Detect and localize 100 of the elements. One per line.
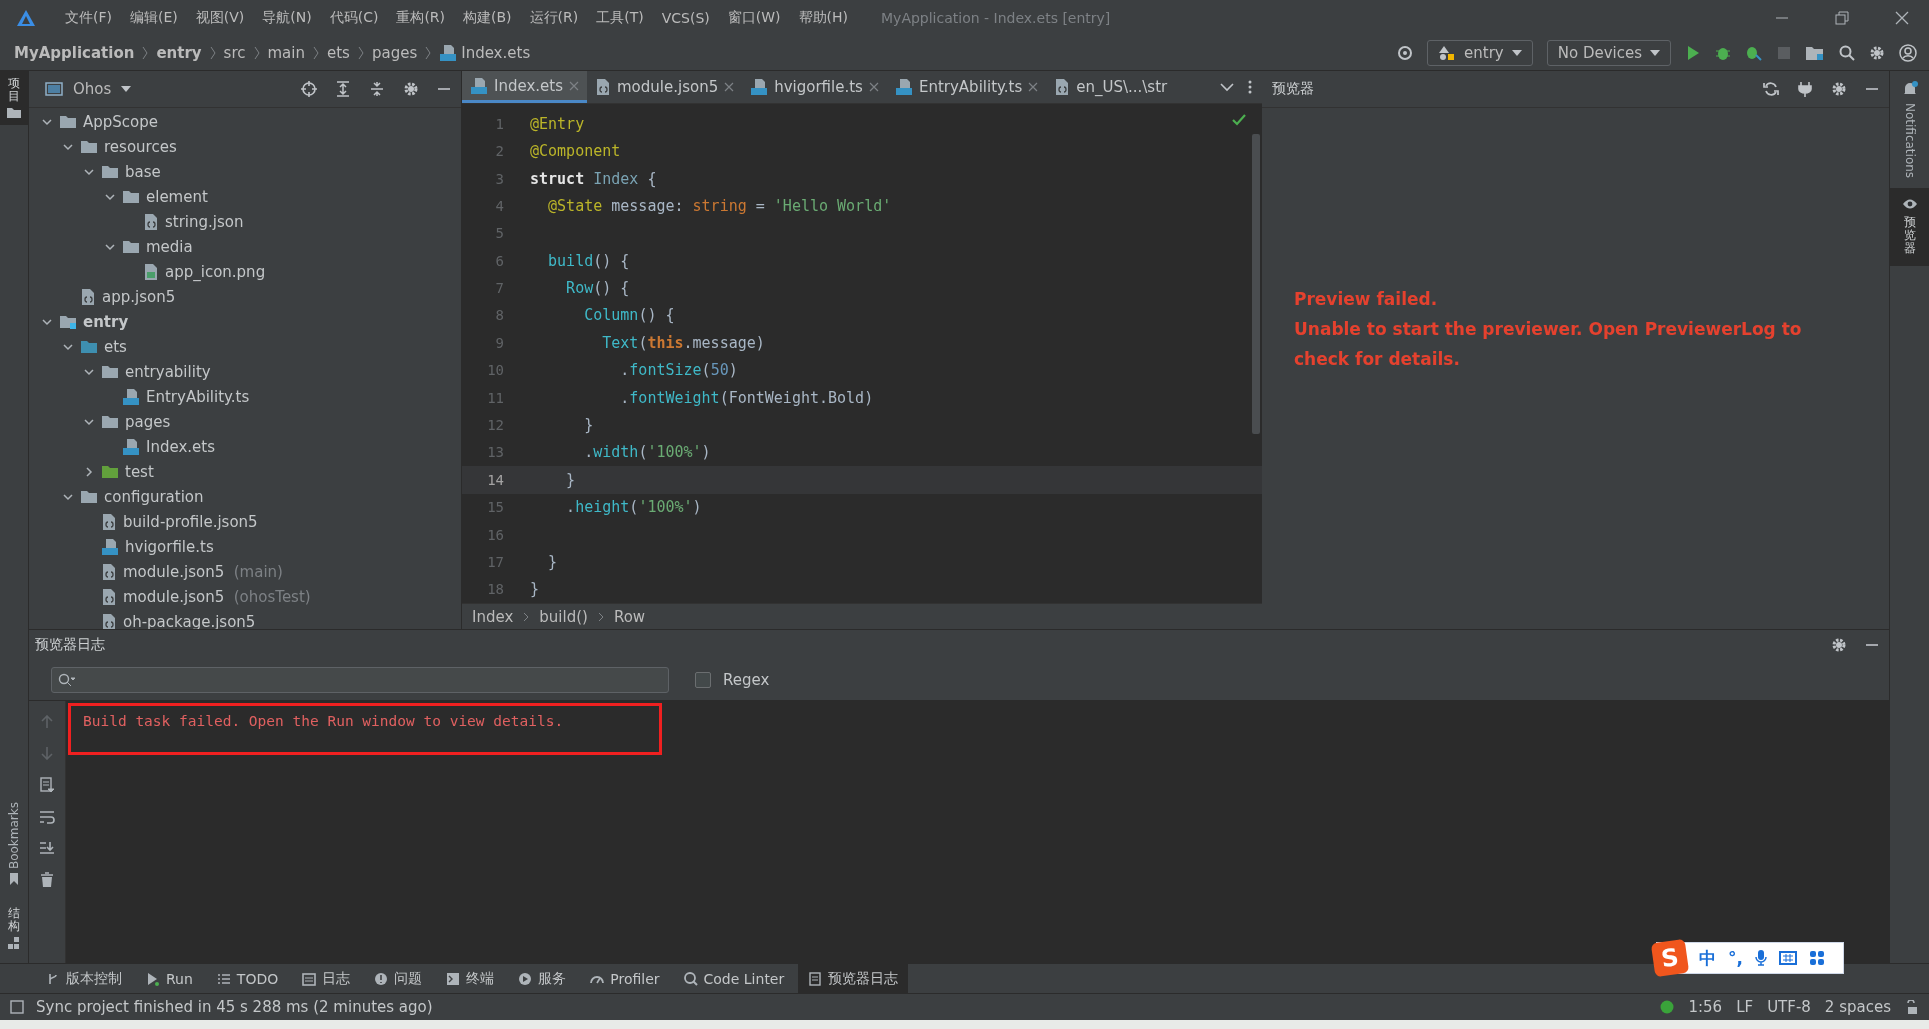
- refresh-icon[interactable]: [1763, 81, 1779, 97]
- tool-window-tab[interactable]: 版本控制: [36, 964, 132, 993]
- account-icon[interactable]: [1899, 44, 1917, 62]
- tree-item[interactable]: oh-package.json5: [29, 609, 461, 629]
- breadcrumb-item[interactable]: ets: [327, 44, 350, 62]
- settings-icon[interactable]: [1869, 45, 1885, 61]
- run-config-dropdown[interactable]: entry: [1427, 40, 1533, 66]
- tool-window-tab[interactable]: TODO: [206, 964, 289, 993]
- search-field[interactable]: [51, 667, 669, 693]
- settings-icon[interactable]: [1831, 81, 1847, 97]
- chevron-down-icon[interactable]: [1220, 82, 1234, 92]
- tool-window-tab[interactable]: 问题: [364, 964, 433, 993]
- bug-icon[interactable]: [1715, 45, 1731, 61]
- project-view-dropdown[interactable]: Ohos: [39, 79, 138, 99]
- tree-item[interactable]: media: [29, 234, 461, 259]
- project-tool-tab[interactable]: 项目: [0, 71, 28, 126]
- tree-item[interactable]: build-profile.json5: [29, 509, 461, 534]
- menu-item[interactable]: 工具(T): [587, 9, 653, 27]
- more-icon[interactable]: [1248, 80, 1252, 94]
- menu-item[interactable]: 文件(F): [56, 9, 121, 27]
- breadcrumb-item[interactable]: Index: [472, 607, 514, 626]
- breadcrumb-item[interactable]: MyApplication: [14, 44, 135, 62]
- tree-item[interactable]: entry: [29, 309, 461, 334]
- tree-item[interactable]: resources: [29, 134, 461, 159]
- expand-all-icon[interactable]: [335, 81, 351, 97]
- checkbox[interactable]: [695, 672, 711, 688]
- line-ending[interactable]: LF: [1736, 998, 1754, 1016]
- tool-window-tab[interactable]: 终端: [436, 964, 505, 993]
- soft-wrap-icon[interactable]: [39, 810, 55, 824]
- panel-toggle-icon[interactable]: [10, 1000, 24, 1014]
- menu-item[interactable]: 视图(V): [186, 9, 254, 27]
- indent-setting[interactable]: 2 spaces: [1824, 998, 1891, 1016]
- tree-item[interactable]: hvigorfile.ts: [29, 534, 461, 559]
- tree-item[interactable]: ets: [29, 334, 461, 359]
- preview-tool-tab[interactable]: 预览器: [1890, 188, 1929, 266]
- document-filter-icon[interactable]: [40, 777, 54, 793]
- tree-item[interactable]: module.json5 (main): [29, 559, 461, 584]
- editor-tab[interactable]: hvigorfile.ts: [742, 71, 887, 104]
- bug-attach-icon[interactable]: [1745, 45, 1763, 61]
- menu-item[interactable]: 运行(R): [520, 9, 588, 27]
- tool-window-tab[interactable]: 日志: [292, 964, 361, 993]
- keyboard-icon[interactable]: [1778, 951, 1797, 965]
- menu-item[interactable]: 窗口(W): [718, 9, 790, 27]
- file-encoding[interactable]: UTF-8: [1767, 998, 1811, 1016]
- breadcrumb-item[interactable]: Row: [613, 607, 646, 626]
- settings-icon[interactable]: [403, 81, 419, 97]
- tree-item[interactable]: Index.ets: [29, 434, 461, 459]
- target-icon[interactable]: [1397, 45, 1414, 61]
- tree-item[interactable]: pages: [29, 409, 461, 434]
- menu-item[interactable]: 代码(C): [320, 9, 388, 27]
- plug-icon[interactable]: [1797, 81, 1813, 97]
- menu-item[interactable]: 导航(N): [253, 9, 321, 27]
- scroll-to-end-icon[interactable]: [39, 841, 55, 855]
- checkbox-label[interactable]: Regex: [723, 671, 770, 689]
- menu-item[interactable]: 构建(B): [454, 9, 521, 27]
- menu-item[interactable]: VCS(S): [652, 10, 719, 26]
- tree-item[interactable]: string.json: [29, 209, 461, 234]
- tree-item[interactable]: app.json5: [29, 284, 461, 309]
- tool-window-tab[interactable]: 服务: [508, 964, 577, 993]
- tree-item[interactable]: entryability: [29, 359, 461, 384]
- breadcrumb-item[interactable]: build(): [539, 607, 588, 626]
- input-mode-toggle[interactable]: 中: [1699, 946, 1716, 970]
- breadcrumb-item[interactable]: entry: [156, 44, 202, 62]
- menu-item[interactable]: 编辑(E): [121, 9, 187, 27]
- collapse-all-icon[interactable]: [369, 81, 385, 97]
- cursor-position[interactable]: 1:56: [1688, 998, 1723, 1016]
- editor-tab[interactable]: en_US\...\str: [1046, 71, 1176, 104]
- locate-icon[interactable]: [301, 81, 317, 97]
- tree-item[interactable]: test: [29, 459, 461, 484]
- breadcrumb-item[interactable]: main: [267, 44, 305, 62]
- tree-item[interactable]: element: [29, 184, 461, 209]
- editor-tab[interactable]: module.json5: [587, 71, 743, 104]
- editor-tab[interactable]: Index.ets: [462, 71, 587, 104]
- search-icon[interactable]: [1839, 45, 1855, 61]
- menu-item[interactable]: 帮助(H): [789, 9, 857, 27]
- editor-tab[interactable]: EntryAbility.ts: [886, 71, 1047, 104]
- tool-window-tab[interactable]: 预览器日志: [798, 964, 909, 993]
- punctuation-toggle[interactable]: °,: [1728, 948, 1743, 968]
- tree-item[interactable]: configuration: [29, 484, 461, 509]
- tree-item[interactable]: module.json5 (ohosTest): [29, 584, 461, 609]
- breadcrumb-item[interactable]: pages: [371, 44, 418, 62]
- tool-window-tab[interactable]: Code Linter: [673, 964, 795, 993]
- lock-icon[interactable]: [1905, 1000, 1919, 1014]
- scrollbar[interactable]: [1252, 134, 1260, 435]
- menu-item[interactable]: 重构(R): [387, 9, 455, 27]
- microphone-icon[interactable]: [1754, 950, 1767, 966]
- device-dropdown[interactable]: No Devices: [1546, 40, 1671, 66]
- restore-icon[interactable]: [1835, 11, 1849, 25]
- run-icon[interactable]: [1685, 45, 1701, 61]
- close-icon[interactable]: [868, 82, 879, 92]
- notifications-tool-tab[interactable]: Notifications: [1890, 71, 1929, 189]
- breadcrumb-item[interactable]: src: [223, 44, 246, 62]
- close-icon[interactable]: [724, 82, 735, 92]
- tool-window-tab[interactable]: Profiler: [580, 964, 670, 993]
- chevron-right-icon[interactable]: [83, 465, 95, 478]
- tree-item[interactable]: app_icon.png: [29, 259, 461, 284]
- breadcrumb-item[interactable]: Index.ets: [439, 44, 531, 62]
- grid-icon[interactable]: [1808, 950, 1825, 966]
- folder-icon[interactable]: [1805, 45, 1825, 61]
- tree-item[interactable]: base: [29, 159, 461, 184]
